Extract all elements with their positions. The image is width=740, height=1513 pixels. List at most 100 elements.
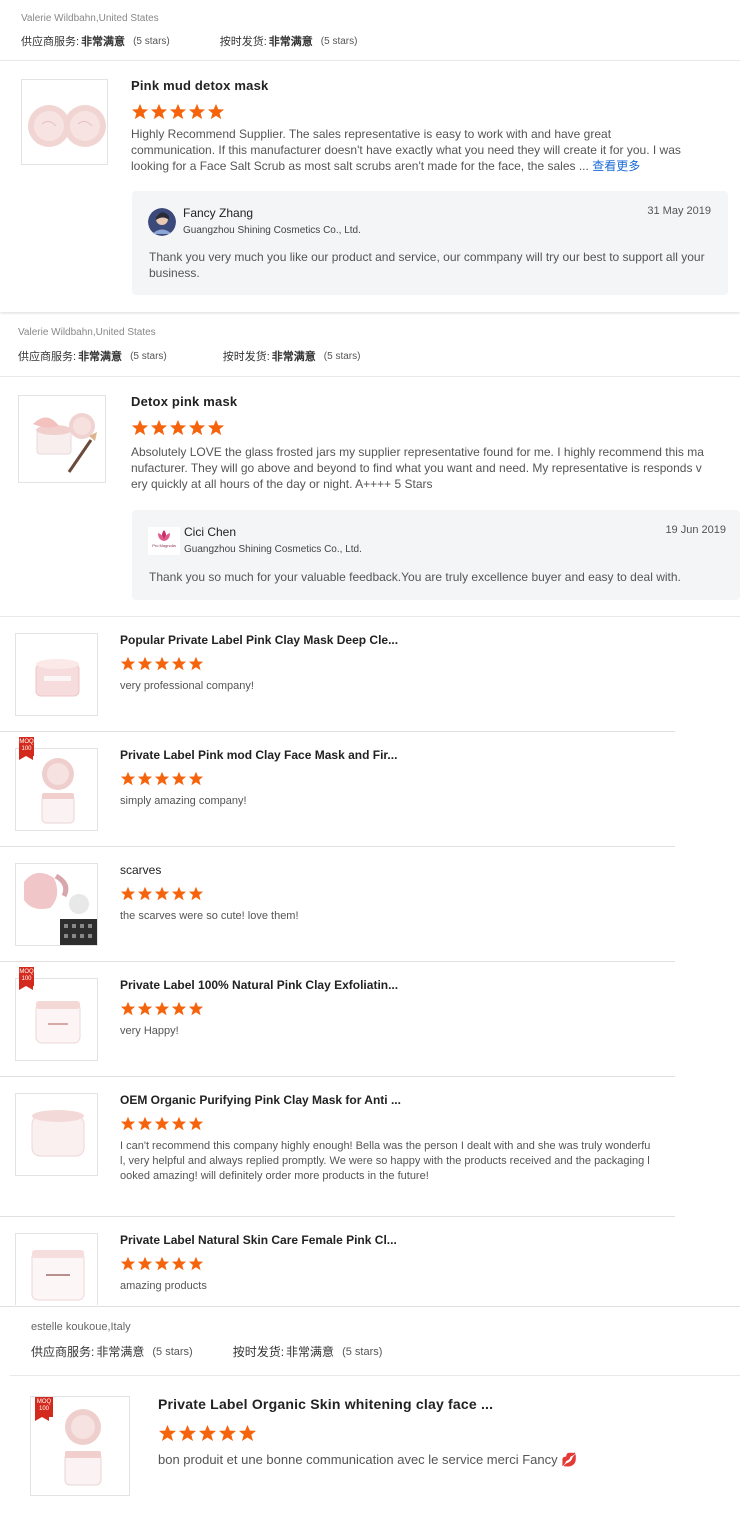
- star-icon: [171, 1116, 187, 1131]
- star-rating: [158, 1424, 257, 1442]
- reply-message: Thank you very much you like our product…: [149, 250, 705, 280]
- product-title[interactable]: Detox pink mask: [131, 394, 237, 409]
- reply-author: Fancy Zhang: [183, 206, 254, 220]
- product-thumbnail[interactable]: [15, 863, 98, 946]
- reply-date: 19 Jun 2019: [665, 524, 726, 536]
- review-card: Valerie Wildbahn,United States 供应商服务: 非常…: [0, 315, 740, 617]
- star-icon: [120, 1001, 136, 1016]
- shipping-count: (5 stars): [342, 1345, 383, 1358]
- reply-message: Thank you so much for your valuable feed…: [149, 570, 681, 584]
- star-icon: [218, 1424, 237, 1442]
- star-icon: [207, 103, 225, 120]
- list-item: OEM Organic Purifying Pink Clay Mask for…: [0, 1079, 675, 1219]
- star-icon: [198, 1424, 217, 1442]
- product-title[interactable]: OEM Organic Purifying Pink Clay Mask for…: [120, 1093, 401, 1107]
- star-icon: [188, 1001, 204, 1016]
- star-icon: [188, 656, 204, 671]
- review-card: Valerie Wildbahn,United States 供应商服务: 非常…: [0, 0, 740, 312]
- star-icon: [137, 656, 153, 671]
- product-thumbnail[interactable]: [15, 978, 98, 1061]
- product-title[interactable]: Private Label Natural Skin Care Female P…: [120, 1233, 397, 1247]
- star-icon: [137, 1001, 153, 1016]
- star-icon: [188, 886, 204, 901]
- star-rating: [120, 771, 204, 786]
- list-item: MOQ 100 Private Label Pink mod Clay Face…: [0, 734, 675, 849]
- star-icon: [178, 1424, 197, 1442]
- star-rating: [131, 419, 225, 436]
- product-image-icon: [31, 1250, 85, 1301]
- ratings-row: 供应商服务: 非常满意 (5 stars) 按时发货: 非常满意 (5 star…: [18, 348, 360, 364]
- product-image-icon: [35, 659, 80, 697]
- supplier-service-value: 非常满意: [96, 1345, 145, 1359]
- star-icon: [120, 656, 136, 671]
- star-icon: [137, 886, 153, 901]
- star-icon: [188, 1116, 204, 1131]
- star-rating: [120, 886, 204, 901]
- supplier-reply: Pro Magnolia Cici Chen Guangzhou Shining…: [132, 510, 740, 600]
- reviewer-name: Valerie Wildbahn,United States: [21, 13, 159, 24]
- star-rating: [120, 656, 204, 671]
- product-title[interactable]: Pink mud detox mask: [131, 78, 268, 93]
- star-icon: [171, 1256, 187, 1271]
- product-thumbnail[interactable]: [15, 633, 98, 716]
- star-icon: [137, 1256, 153, 1271]
- star-icon: [137, 771, 153, 786]
- list-item: MOQ 100 Private Label 100% Natural Pink …: [0, 964, 675, 1079]
- shipping-count: (5 stars): [320, 35, 358, 47]
- supplier-service-count: (5 stars): [133, 35, 170, 47]
- list-item: Popular Private Label Pink Clay Mask Dee…: [0, 619, 675, 734]
- star-icon: [150, 419, 168, 436]
- supplier-service-label: 供应商服务:: [18, 351, 77, 363]
- star-icon: [188, 419, 206, 436]
- compact-review-list: Popular Private Label Pink Clay Mask Dee…: [0, 619, 675, 1305]
- star-icon: [154, 1116, 170, 1131]
- product-thumbnail[interactable]: [15, 748, 98, 831]
- product-thumbnail[interactable]: [18, 395, 106, 483]
- reply-company: Guangzhou Shining Cosmetics Co., Ltd.: [183, 225, 361, 236]
- star-rating: [120, 1256, 204, 1271]
- star-icon: [169, 103, 187, 120]
- star-icon: [120, 771, 136, 786]
- product-title[interactable]: Popular Private Label Pink Clay Mask Dee…: [120, 633, 398, 647]
- review-text: bon produit et une bonne communication a…: [158, 1452, 578, 1467]
- reviewer-name: estelle koukoue,Italy: [31, 1321, 131, 1333]
- review-text: Highly Recommend Supplier. The sales rep…: [131, 127, 681, 173]
- review-text: Absolutely LOVE the glass frosted jars m…: [131, 445, 704, 491]
- star-rating: [131, 103, 225, 120]
- ratings-row: 供应商服务: 非常满意 (5 stars) 按时发货: 非常满意 (5 star…: [21, 33, 357, 49]
- product-thumbnail[interactable]: [15, 1233, 98, 1305]
- supplier-service-label: 供应商服务:: [21, 36, 80, 48]
- shipping-label: 按时发货:: [219, 36, 267, 48]
- star-rating: [120, 1001, 204, 1016]
- view-more-link[interactable]: 查看更多: [592, 159, 640, 173]
- review-text: I can't recommend this company highly en…: [120, 1140, 651, 1182]
- product-thumbnail[interactable]: [15, 1093, 98, 1176]
- product-image-icon: [28, 105, 106, 147]
- review-text: very Happy!: [120, 1025, 179, 1037]
- product-image-icon: [31, 1110, 85, 1157]
- list-item: scarves the scarves were so cute! love t…: [0, 849, 675, 964]
- star-icon: [158, 1424, 177, 1442]
- shipping-label: 按时发货:: [232, 1345, 285, 1359]
- star-icon: [154, 1256, 170, 1271]
- star-icon: [171, 1001, 187, 1016]
- reviewer-name: Valerie Wildbahn,United States: [18, 327, 156, 338]
- product-title[interactable]: Private Label Organic Skin whitening cla…: [158, 1396, 493, 1412]
- supplier-service-value: 非常满意: [78, 351, 123, 363]
- product-title[interactable]: Private Label 100% Natural Pink Clay Exf…: [120, 978, 398, 992]
- star-icon: [131, 419, 149, 436]
- moq-badge: MOQ 100: [19, 737, 34, 760]
- star-icon: [154, 1001, 170, 1016]
- star-icon: [171, 886, 187, 901]
- star-icon: [154, 886, 170, 901]
- product-title[interactable]: Private Label Pink mod Clay Face Mask an…: [120, 748, 397, 762]
- avatar: [148, 208, 176, 236]
- product-title[interactable]: scarves: [120, 863, 161, 877]
- product-image-icon: [33, 413, 97, 473]
- avatar: Pro Magnolia: [148, 527, 180, 555]
- product-thumbnail[interactable]: [21, 79, 108, 165]
- star-icon: [188, 103, 206, 120]
- review-text: the scarves were so cute! love them!: [120, 910, 299, 922]
- shipping-value: 非常满意: [286, 1345, 335, 1359]
- star-icon: [171, 656, 187, 671]
